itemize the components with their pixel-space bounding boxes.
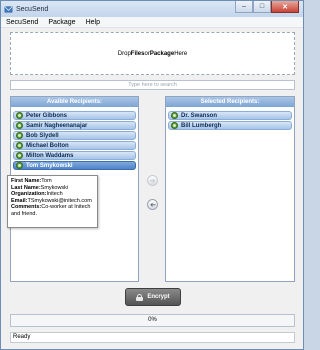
recipient-tom-smykowski[interactable]: Tom Smykowski <box>13 161 136 170</box>
tooltip-comments-label: Comments: <box>11 204 42 211</box>
recipient-label: Samir Nagheenanajar <box>26 122 88 129</box>
available-recipients-header: Avaible Recipients: <box>11 97 138 107</box>
recipient-label: Bill Lumbergh <box>181 122 222 129</box>
tooltip-organization-label: Organization: <box>11 191 47 198</box>
user-icon <box>16 132 23 139</box>
drop-text-files: Files <box>130 50 145 57</box>
user-icon <box>16 142 23 149</box>
tooltip-email-value: TSmykowski@initech.com <box>27 197 92 204</box>
recipient-label: Dr. Swanson <box>181 112 218 119</box>
status-bar: Ready <box>10 332 295 343</box>
user-icon <box>16 112 23 119</box>
menu-secusend[interactable]: SecuSend <box>1 19 43 26</box>
close-button[interactable]: ✕ <box>271 1 299 13</box>
recipient-bill-lumbergh[interactable]: Bill Lumbergh <box>168 121 292 130</box>
menu-bar: SecuSend Package Help <box>1 17 303 28</box>
available-recipients-list: Peter Gibbons Samir Nagheenanajar Bob Sl… <box>11 107 138 170</box>
tooltip-last-name-label: Last Name: <box>11 184 41 191</box>
status-text: Ready <box>13 334 31 340</box>
encrypt-label: Encrypt <box>147 294 170 300</box>
selected-recipients-list: Dr. Swanson Bill Lumbergh <box>166 107 294 130</box>
progress-text: 0% <box>148 317 157 323</box>
tooltip-first-name-label: First Name: <box>11 178 42 184</box>
tooltip-email: Email:TSmykowski@initech.com <box>11 198 94 205</box>
selected-recipients-panel: Selected Recipients: Dr. Swanson Bill Lu… <box>165 96 295 282</box>
recipient-label: Michael Bolton <box>26 142 69 149</box>
maximize-button[interactable]: □ <box>253 1 271 13</box>
app-icon <box>4 6 13 12</box>
close-icon: ✕ <box>282 3 288 11</box>
progress-bar: 0% <box>10 314 295 327</box>
recipient-michael-bolton[interactable]: Michael Bolton <box>13 141 136 150</box>
app-window: SecuSend – □ ✕ SecuSend Package Help Dro… <box>0 0 304 350</box>
recipient-label: Milton Waddams <box>26 152 74 159</box>
recipient-label: Tom Smykowski <box>26 162 73 169</box>
recipient-tooltip: First Name:Tom Last Name:Smykowski Organ… <box>7 175 98 228</box>
recipient-label: Peter Gibbons <box>26 112 68 119</box>
user-icon <box>16 122 23 129</box>
window-controls: – □ ✕ <box>235 1 299 13</box>
title-bar[interactable]: SecuSend – □ ✕ <box>1 1 303 17</box>
minimize-button[interactable]: – <box>235 1 253 13</box>
arrow-right-icon: ➔ <box>149 177 156 185</box>
drop-text-prefix: Drop <box>117 50 131 57</box>
recipient-samir-nagheenanajar[interactable]: Samir Nagheenanajar <box>13 121 136 130</box>
minimize-icon: – <box>242 3 246 10</box>
menu-package[interactable]: Package <box>43 19 80 26</box>
tooltip-email-label: Email: <box>11 197 28 204</box>
maximize-icon: □ <box>259 3 265 10</box>
tooltip-comments: Comments:Co-worker at Initech and friend… <box>11 204 94 217</box>
tooltip-first-name-value: Tom <box>41 178 52 184</box>
encrypt-button[interactable]: Encrypt <box>125 288 181 306</box>
add-recipient-button[interactable]: ➔ <box>147 175 158 186</box>
recipient-peter-gibbons[interactable]: Peter Gibbons <box>13 111 136 120</box>
drop-text-suffix: Here <box>174 50 188 57</box>
drop-text-package: Package <box>149 50 175 57</box>
selected-recipients-header: Selected Recipients: <box>166 97 294 107</box>
recipient-bob-slydell[interactable]: Bob Slydell <box>13 131 136 140</box>
file-drop-zone[interactable]: Drop Files or Package Here <box>10 32 295 75</box>
arrow-left-icon: ➔ <box>149 201 156 209</box>
tooltip-last-name: Last Name:Smykowski <box>11 185 94 192</box>
menu-help[interactable]: Help <box>81 19 105 26</box>
recipient-milton-waddams[interactable]: Milton Waddams <box>13 151 136 160</box>
tooltip-last-name-value: Smykowski <box>40 184 69 191</box>
search-input[interactable]: Type here to search <box>10 80 295 90</box>
lock-icon <box>136 293 144 301</box>
tooltip-first-name: First Name:Tom <box>11 178 94 185</box>
user-icon <box>171 112 178 119</box>
recipient-label: Bob Slydell <box>26 132 59 139</box>
user-icon <box>171 122 178 129</box>
user-icon <box>16 152 23 159</box>
search-placeholder: Type here to search <box>128 82 177 88</box>
recipient-dr-swanson[interactable]: Dr. Swanson <box>168 111 292 120</box>
tooltip-organization-value: Initech <box>46 191 63 198</box>
window-title: SecuSend <box>16 5 49 13</box>
remove-recipient-button[interactable]: ➔ <box>147 199 158 210</box>
user-icon <box>16 162 23 169</box>
tooltip-organization: Organization:Initech <box>11 191 94 198</box>
